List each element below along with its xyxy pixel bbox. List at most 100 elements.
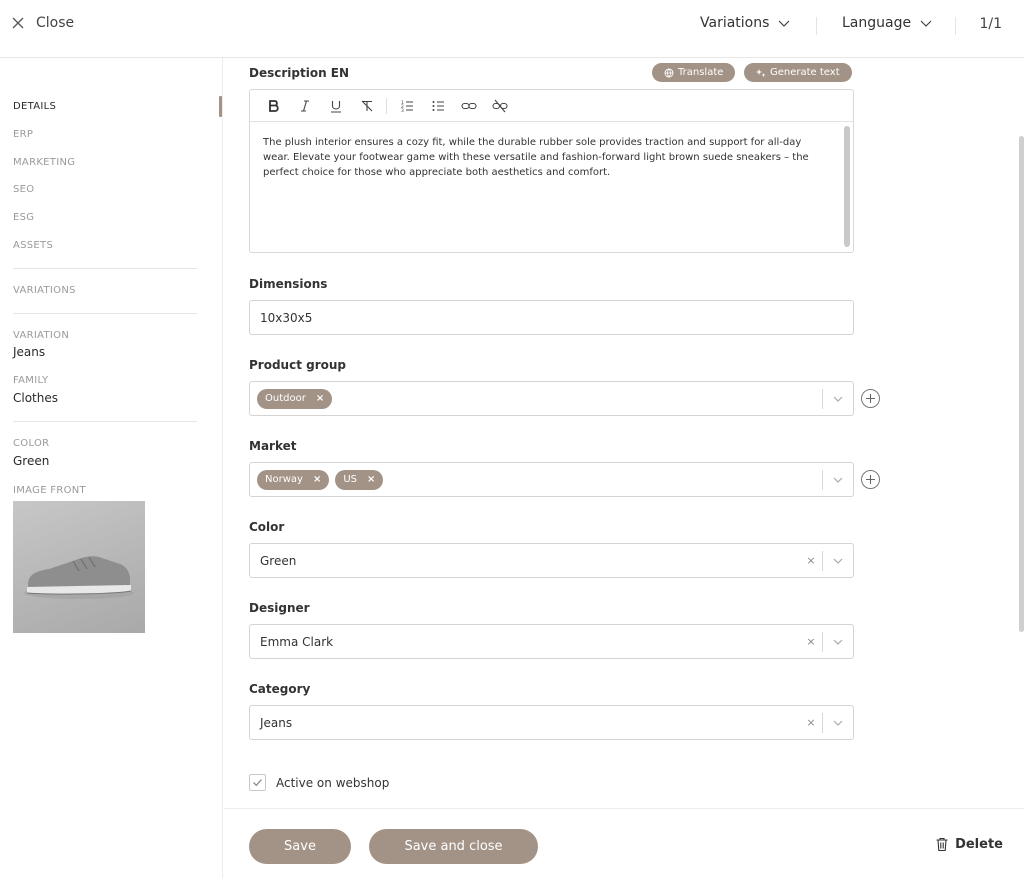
product-image-front[interactable] [13, 501, 145, 633]
editor-toolbar: 123 [250, 90, 853, 122]
sidebar-item-seo[interactable]: SEO [13, 184, 34, 195]
color-field-label: Color [249, 520, 285, 534]
add-product-group-button[interactable] [861, 389, 880, 408]
chevron-down-icon[interactable] [823, 706, 853, 739]
clear-icon[interactable]: × [800, 554, 822, 567]
tag-label: Outdoor [265, 393, 306, 404]
close-icon [12, 17, 24, 29]
select-controls: × [800, 625, 853, 658]
image-front-label: IMAGE FRONT [13, 485, 86, 496]
add-market-button[interactable] [861, 470, 880, 489]
delete-button[interactable]: Delete [935, 837, 1003, 852]
clear-format-icon[interactable] [351, 94, 382, 118]
sidebar-item-details[interactable]: DETAILS [13, 101, 56, 112]
active-on-webshop-checkbox[interactable] [249, 774, 266, 791]
save-button[interactable]: Save [249, 829, 351, 864]
remove-tag-icon[interactable]: × [313, 474, 321, 485]
sidebar-item-assets[interactable]: ASSETS [13, 240, 53, 251]
tag-norway: Norway × [257, 469, 330, 490]
family-value: Clothes [13, 391, 58, 405]
designer-value: Emma Clark [260, 634, 334, 649]
check-icon [253, 779, 262, 787]
chevron-down-icon[interactable] [823, 625, 853, 658]
active-on-webshop-row[interactable]: Active on webshop [249, 774, 389, 791]
editor-scrollbar[interactable] [844, 126, 850, 247]
bullet-list-icon[interactable] [422, 94, 453, 118]
product-group-select[interactable]: Outdoor × [249, 381, 854, 416]
dimensions-value: 10x30x5 [260, 310, 313, 325]
chevron-down-icon[interactable] [823, 463, 853, 496]
chevron-down-icon[interactable] [823, 544, 853, 577]
select-controls: × [800, 706, 853, 739]
divider [13, 268, 197, 269]
tag-label: Norway [265, 474, 303, 485]
language-label: Language [842, 15, 912, 31]
underline-icon[interactable] [320, 94, 351, 118]
select-controls [822, 463, 853, 496]
active-nav-marker [219, 96, 222, 117]
market-select[interactable]: Norway × US × [249, 462, 854, 497]
globe-icon [664, 68, 674, 77]
variations-label: Variations [700, 15, 770, 31]
dimensions-input[interactable]: 10x30x5 [249, 300, 854, 335]
market-label: Market [249, 439, 297, 453]
category-select[interactable]: Jeans × [249, 705, 854, 740]
tag-us: US × [335, 469, 384, 490]
color-label: COLOR [13, 438, 50, 449]
save-and-close-button[interactable]: Save and close [369, 829, 538, 864]
product-group-label: Product group [249, 358, 347, 372]
italic-icon[interactable] [289, 94, 320, 118]
language-dropdown[interactable]: Language [842, 15, 933, 31]
delete-label: Delete [955, 837, 1003, 852]
color-select[interactable]: Green × [249, 543, 854, 578]
link-icon[interactable] [453, 94, 484, 118]
variations-dropdown[interactable]: Variations [700, 15, 791, 31]
ordered-list-icon[interactable]: 123 [391, 94, 422, 118]
sneaker-image [24, 556, 134, 599]
select-controls: × [800, 544, 853, 577]
divider [13, 421, 197, 422]
divider [816, 17, 817, 35]
generate-text-button[interactable]: Generate text [744, 63, 852, 82]
sidebar-item-marketing[interactable]: MARKETING [13, 157, 75, 168]
chevron-down-icon [920, 20, 932, 27]
translate-button[interactable]: Translate [652, 63, 736, 82]
description-text[interactable]: The plush interior ensures a cozy fit, w… [263, 135, 828, 180]
svg-text:3: 3 [401, 108, 404, 113]
main-content: Description EN Translate Generate text 1… [224, 58, 1024, 808]
variation-value: Jeans [13, 345, 46, 359]
plus-icon [866, 475, 875, 484]
clear-icon[interactable]: × [800, 635, 822, 648]
sidebar-item-erp[interactable]: ERP [13, 129, 33, 140]
page-scrollbar[interactable] [1019, 136, 1024, 632]
variation-label: VARIATION [13, 330, 70, 341]
divider [13, 313, 197, 314]
chevron-down-icon[interactable] [823, 382, 853, 415]
bold-icon[interactable] [258, 94, 289, 118]
top-bar: Close Variations Language 1/1 [0, 0, 1024, 58]
select-controls [822, 382, 853, 415]
sidebar: DETAILS ERP MARKETING SEO ESG ASSETS VAR… [0, 58, 223, 878]
footer-bar: Save Save and close Delete [224, 808, 1024, 878]
sparkle-icon [756, 68, 766, 77]
description-editor[interactable]: 123 The plush interior ensures a cozy fi… [249, 89, 854, 253]
designer-label: Designer [249, 601, 310, 615]
clear-icon[interactable]: × [800, 716, 822, 729]
unlink-icon[interactable] [484, 94, 515, 118]
designer-select[interactable]: Emma Clark × [249, 624, 854, 659]
toolbar-divider [386, 97, 387, 114]
sidebar-item-esg[interactable]: ESG [13, 212, 34, 223]
family-label: FAMILY [13, 375, 49, 386]
close-button[interactable]: Close [12, 15, 74, 31]
remove-tag-icon[interactable]: × [367, 474, 375, 485]
tag-outdoor: Outdoor × [257, 388, 333, 409]
divider [955, 17, 956, 35]
dimensions-label: Dimensions [249, 277, 328, 291]
plus-icon [866, 394, 875, 403]
category-label: Category [249, 682, 311, 696]
close-label: Close [36, 15, 75, 31]
description-label: Description EN [249, 66, 350, 80]
sidebar-item-variations[interactable]: VARIATIONS [13, 285, 76, 296]
color-value: Green [13, 454, 50, 468]
remove-tag-icon[interactable]: × [316, 393, 324, 404]
